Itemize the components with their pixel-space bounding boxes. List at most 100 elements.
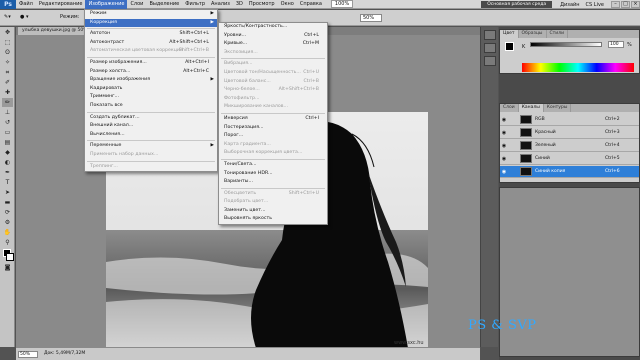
image-menu-item[interactable]: Вращение изображения ▶ [85,76,217,85]
status-zoom-field[interactable]: 50% [18,351,38,358]
adjust-menu-item[interactable]: Кривые... Ctrl+M [219,40,327,49]
image-menu-item-label: Создать дубликат... [90,114,140,120]
menu-image[interactable]: Изображение [85,0,128,9]
menu-3d[interactable]: 3D [233,0,246,9]
adjust-menu-item[interactable]: Постеризация... [219,124,327,133]
brush-tool-icon[interactable]: ✏ [2,98,13,107]
quick-select-tool-icon[interactable]: ✧ [2,58,13,67]
image-menu-item[interactable]: Внешний канал... [85,122,217,131]
tab-color[interactable]: Цвет [500,30,519,38]
visibility-eye-icon[interactable]: ◉ [500,169,508,175]
channel-row[interactable]: ◉ Зеленый Ctrl+4 [500,140,639,152]
brush-tool-icon[interactable]: ✎▾ [4,14,11,20]
lasso-tool-icon[interactable]: ʘ [2,48,13,57]
channel-thumbnail [520,128,532,137]
adjust-menu-item[interactable]: Выровнять яркость [219,215,327,224]
menu-edit[interactable]: Редактирование [36,0,86,9]
cs-live-button[interactable]: CS Live [586,2,604,8]
eyedropper-tool-icon[interactable]: ✐ [2,78,13,87]
tab-styles[interactable]: Стили [547,30,568,38]
menu-window[interactable]: Окно [278,0,297,9]
image-menu-item[interactable]: Режим ▶ [85,10,217,19]
dodge-tool-icon[interactable]: ◐ [2,158,13,167]
image-menu-item[interactable]: Вычисления... [85,131,217,140]
adjust-menu-item-label: Фотофильтр... [224,95,260,101]
pen-tool-icon[interactable]: ✒ [2,168,13,177]
color-channel-slider[interactable] [530,42,602,47]
brush-panel-icon[interactable] [483,56,496,66]
menu-separator [87,111,215,113]
adjust-menu-item[interactable]: Порог... [219,132,327,141]
image-menu-item[interactable]: Коррекция ▶ [85,18,217,28]
hand-tool-icon[interactable]: ✋ [2,228,13,237]
menu-analysis[interactable]: Анализ [208,0,233,9]
tab-paths[interactable]: Контуры [544,104,572,112]
tab-channels[interactable]: Каналы [518,104,544,112]
image-menu-item[interactable]: Переменные ▶ [85,142,217,151]
visibility-eye-icon[interactable]: ◉ [500,117,508,123]
workspace-button[interactable]: Основная рабочая среда [481,1,553,8]
adjust-menu-item[interactable]: Тени/Света... [219,161,327,170]
channel-shortcut: Ctrl+3 [605,130,620,135]
color-spectrum[interactable] [522,63,634,72]
opacity-field[interactable]: 50% [360,14,382,22]
blur-tool-icon[interactable]: ◆ [2,148,13,157]
image-menu-item[interactable]: Создать дубликат... [85,114,217,123]
image-menu-item[interactable]: Автотон Shift+Ctrl+L [85,30,217,39]
history-panel-icon[interactable] [483,30,496,40]
3d-camera-tool-icon[interactable]: ⚙ [2,218,13,227]
color-swatches-icon[interactable] [2,248,14,262]
image-menu-item[interactable]: Кадрировать [85,85,217,94]
3d-rotate-tool-icon[interactable]: ⟳ [2,208,13,217]
visibility-eye-icon[interactable]: ◉ [500,143,508,149]
menubar-right: Основная рабочая среда Дизайн CS Live – … [481,0,640,9]
visibility-eye-icon[interactable]: ◉ [500,130,508,136]
path-select-tool-icon[interactable]: ➤ [2,188,13,197]
stamp-tool-icon[interactable]: ⊥ [2,108,13,117]
design-label[interactable]: Дизайн [560,2,579,8]
image-menu-item[interactable]: Показать все [85,102,217,111]
zoom-field[interactable]: 100% [330,0,354,8]
menu-layers[interactable]: Слои [127,0,146,9]
adjust-menu-item[interactable]: Яркость/Контрастность... [219,23,327,32]
menu-select[interactable]: Выделение [146,0,182,9]
marquee-tool-icon[interactable]: ⬚ [2,38,13,47]
channel-row[interactable]: ◉ Синий копия Ctrl+6 [500,166,639,178]
tab-layers[interactable]: Слои [500,104,519,112]
channel-row[interactable]: ◉ RGB Ctrl+2 [500,114,639,126]
image-menu-item[interactable]: Размер изображения... Alt+Ctrl+I [85,59,217,68]
color-value-field[interactable]: 100 [608,41,624,48]
adjust-menu-item[interactable]: Варианты... [219,178,327,187]
quick-mask-icon[interactable]: ◙ [2,263,13,272]
maximize-icon[interactable]: □ [621,1,630,8]
channel-row[interactable]: ◉ Синий Ctrl+5 [500,153,639,165]
crop-tool-icon[interactable]: ⌗ [2,68,13,77]
close-icon[interactable]: × [631,1,640,8]
menu-help[interactable]: Справка [297,0,325,9]
image-menu-item[interactable]: Автоконтраст Alt+Shift+Ctrl+L [85,39,217,48]
visibility-eye-icon[interactable]: ◉ [500,156,508,162]
history-brush-tool-icon[interactable]: ↺ [2,118,13,127]
actions-panel-icon[interactable] [483,43,496,53]
move-tool-icon[interactable]: ✥ [2,28,13,37]
menu-file[interactable]: Файл [16,0,36,9]
adjust-menu-item[interactable]: Уровни... Ctrl+L [219,32,327,41]
foreground-color-swatch[interactable] [505,42,514,51]
tab-swatches[interactable]: Образцы [519,30,547,38]
brush-preset-icon[interactable]: ● ▾ [20,14,28,20]
menu-view[interactable]: Просмотр [246,0,278,9]
gradient-tool-icon[interactable]: ▤ [2,138,13,147]
eraser-tool-icon[interactable]: ▭ [2,128,13,137]
image-menu-item[interactable]: Тримминг... [85,93,217,102]
adjust-menu-item[interactable]: Инверсия Ctrl+I [219,115,327,124]
type-tool-icon[interactable]: T [2,178,13,187]
minimize-icon[interactable]: – [611,1,620,8]
image-menu-item[interactable]: Размер холста... Alt+Ctrl+C [85,68,217,77]
shape-tool-icon[interactable]: ▬ [2,198,13,207]
healing-tool-icon[interactable]: ✚ [2,88,13,97]
channel-row[interactable]: ◉ Красный Ctrl+3 [500,127,639,139]
menu-filter[interactable]: Фильтр [182,0,208,9]
adjust-menu-item[interactable]: Тонирование HDR... [219,170,327,179]
adjust-menu-item[interactable]: Заменить цвет... [219,207,327,216]
zoom-tool-icon[interactable]: ⚲ [2,238,13,247]
